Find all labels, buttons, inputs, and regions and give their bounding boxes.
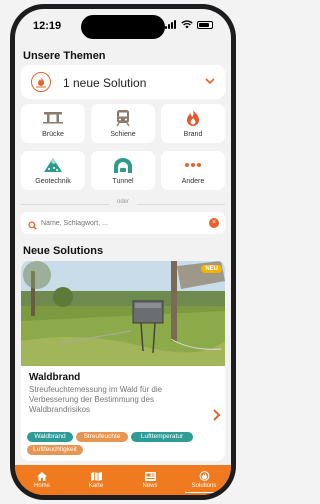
- solution-photo: [21, 261, 225, 366]
- battery-icon: [197, 20, 213, 29]
- fire-icon: [183, 109, 203, 127]
- status-bar: 12:19: [15, 9, 231, 45]
- tab-label: News: [142, 483, 158, 489]
- chevron-down-icon: [205, 74, 215, 88]
- theme-label: Andere: [181, 178, 205, 185]
- search-icon: [28, 217, 37, 235]
- tab-label: Solutions: [191, 483, 217, 489]
- tab-solutions[interactable]: Solutions: [177, 465, 231, 495]
- tab-label: Karte: [88, 483, 104, 489]
- wifi-icon: [181, 20, 193, 29]
- solution-card-description: Streufeuchtemessung im Wald für die Verb…: [29, 385, 163, 414]
- tag[interactable]: Waldbrand: [27, 432, 73, 442]
- theme-tile-bruecke[interactable]: Brücke: [21, 104, 85, 143]
- tag[interactable]: Streufeuchte: [76, 432, 128, 442]
- theme-label: Geotechnik: [35, 178, 71, 185]
- or-label: oder: [116, 199, 129, 205]
- clear-search-icon[interactable]: ×: [209, 218, 219, 228]
- tab-karte[interactable]: Karte: [69, 465, 123, 495]
- chevron-right-icon[interactable]: [212, 409, 221, 424]
- theme-tile-andere[interactable]: Andere: [161, 151, 225, 190]
- tab-bar: Home Karte News Solutions: [15, 465, 231, 495]
- theme-tile-brand[interactable]: Brand: [161, 104, 225, 143]
- map-icon: [89, 471, 103, 481]
- news-icon: [143, 471, 157, 481]
- theme-label: Brücke: [42, 131, 64, 138]
- tag[interactable]: Luftfeuchtigkeit: [27, 445, 83, 455]
- solution-card[interactable]: NEU Waldbrand Streufeuchtemessung im Wal…: [21, 261, 225, 461]
- theme-label: Schiene: [110, 131, 136, 138]
- page-title: Unsere Themen: [23, 50, 106, 62]
- search-bar: ×: [21, 212, 225, 234]
- divider-line: [21, 204, 109, 205]
- phone-frame: 12:19 Unsere Themen 1 neue Solution Brüc…: [10, 4, 236, 500]
- theme-tile-geotechnik[interactable]: Geotechnik: [21, 151, 85, 190]
- new-badge: NEU: [201, 265, 222, 273]
- tag[interactable]: Lufttemperatur: [131, 432, 193, 442]
- theme-tile-schiene[interactable]: Schiene: [91, 104, 155, 143]
- screen: 12:19 Unsere Themen 1 neue Solution Brüc…: [15, 9, 231, 495]
- tab-home[interactable]: Home: [15, 465, 69, 495]
- solution-dropdown[interactable]: 1 neue Solution: [21, 65, 225, 99]
- solutions-icon: [197, 471, 211, 481]
- signal-icon: [165, 20, 177, 29]
- bridge-icon: [43, 109, 63, 127]
- divider-line: [137, 204, 225, 205]
- home-icon: [35, 471, 49, 481]
- wildfire-icon: [31, 72, 51, 92]
- or-divider: oder: [21, 199, 225, 209]
- theme-label: Brand: [183, 131, 203, 138]
- solution-card-title: Waldbrand: [29, 372, 81, 383]
- theme-label: Tunnel: [112, 178, 134, 185]
- status-time: 12:19: [33, 20, 62, 32]
- more-icon: [183, 156, 203, 174]
- geotechnics-icon: [43, 156, 63, 174]
- tunnel-icon: [113, 156, 133, 174]
- tab-label: Home: [33, 483, 50, 489]
- train-icon: [113, 109, 133, 127]
- dynamic-island: [81, 15, 165, 39]
- new-solutions-title: Neue Solutions: [23, 245, 104, 257]
- search-input[interactable]: [41, 216, 201, 230]
- status-icons: [165, 20, 213, 29]
- theme-tile-tunnel[interactable]: Tunnel: [91, 151, 155, 190]
- solution-dropdown-label: 1 neue Solution: [63, 76, 147, 90]
- tab-news[interactable]: News: [123, 465, 177, 495]
